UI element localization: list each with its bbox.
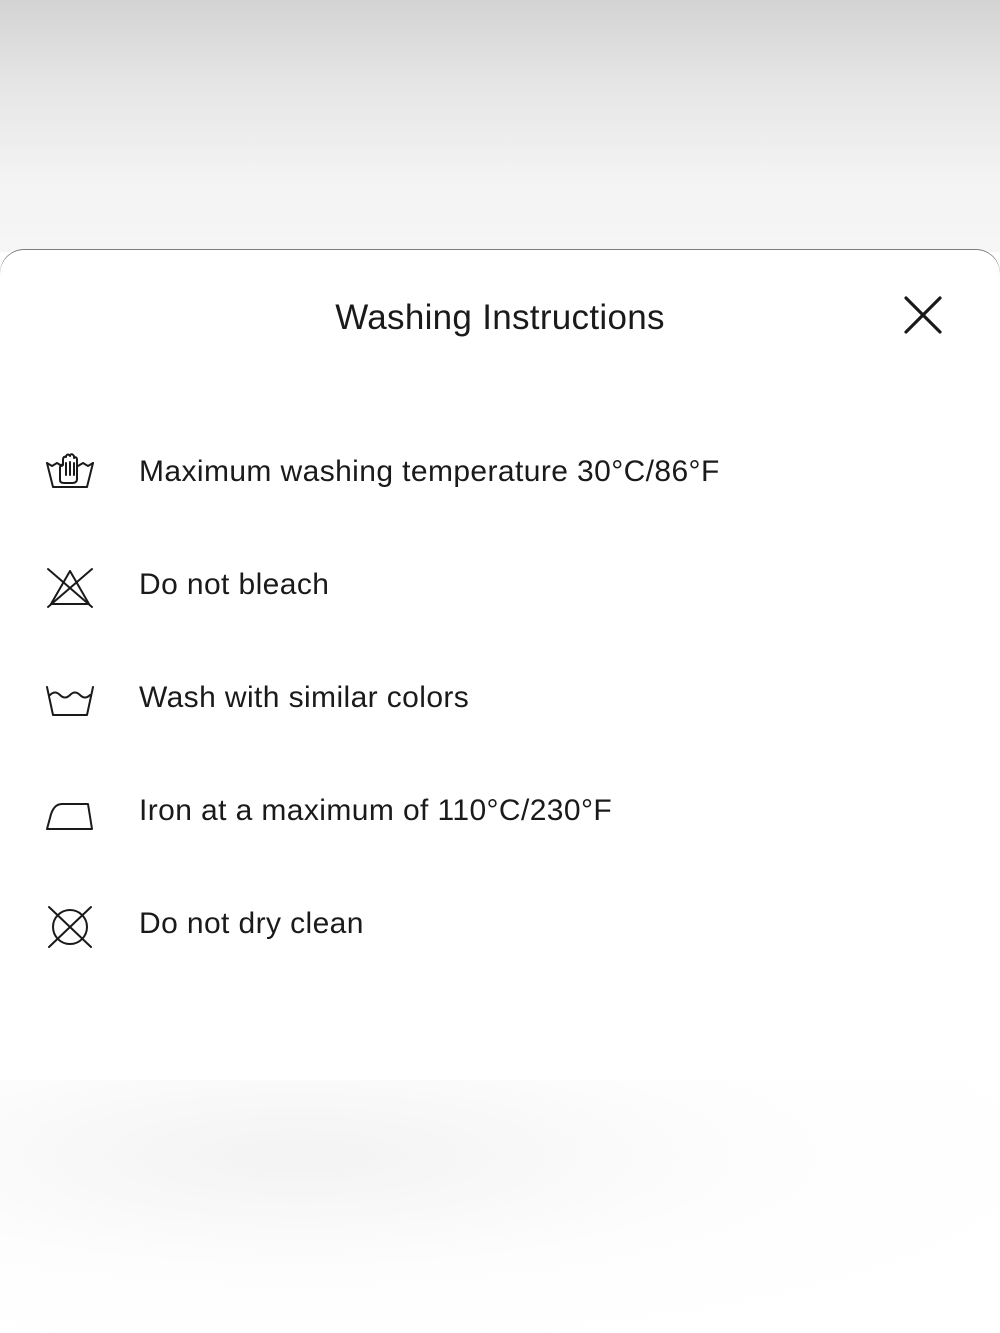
do-not-bleach-icon	[44, 566, 96, 610]
care-item-wash-tub: Wash with similar colors	[0, 646, 1000, 759]
care-instructions-list: Maximum washing temperature 30°C/86°F Do…	[0, 420, 1000, 985]
dimmed-backdrop[interactable]	[0, 0, 1000, 252]
iron-icon	[44, 792, 96, 836]
care-item-label: Do not dry clean	[139, 907, 364, 940]
care-item-label: Iron at a maximum of 110°C/230°F	[139, 794, 613, 827]
care-item-label: Wash with similar colors	[139, 681, 470, 714]
do-not-dry-clean-icon	[44, 905, 96, 949]
care-item-hand-wash: Maximum washing temperature 30°C/86°F	[0, 420, 1000, 533]
care-item-label: Maximum washing temperature 30°C/86°F	[139, 455, 720, 488]
washing-instructions-sheet: Washing Instructions Maximum washing tem…	[0, 250, 1000, 1333]
care-item-do-not-dry-clean: Do not dry clean	[0, 872, 1000, 985]
care-item-do-not-bleach: Do not bleach	[0, 533, 1000, 646]
wash-tub-icon	[44, 679, 96, 723]
close-button[interactable]	[896, 288, 950, 342]
sheet-title: Washing Instructions	[335, 298, 665, 337]
care-item-label: Do not bleach	[139, 568, 330, 601]
sheet-bottom-fade	[0, 1080, 1000, 1333]
care-item-iron: Iron at a maximum of 110°C/230°F	[0, 759, 1000, 872]
close-icon	[904, 296, 942, 334]
hand-wash-icon	[44, 453, 96, 497]
